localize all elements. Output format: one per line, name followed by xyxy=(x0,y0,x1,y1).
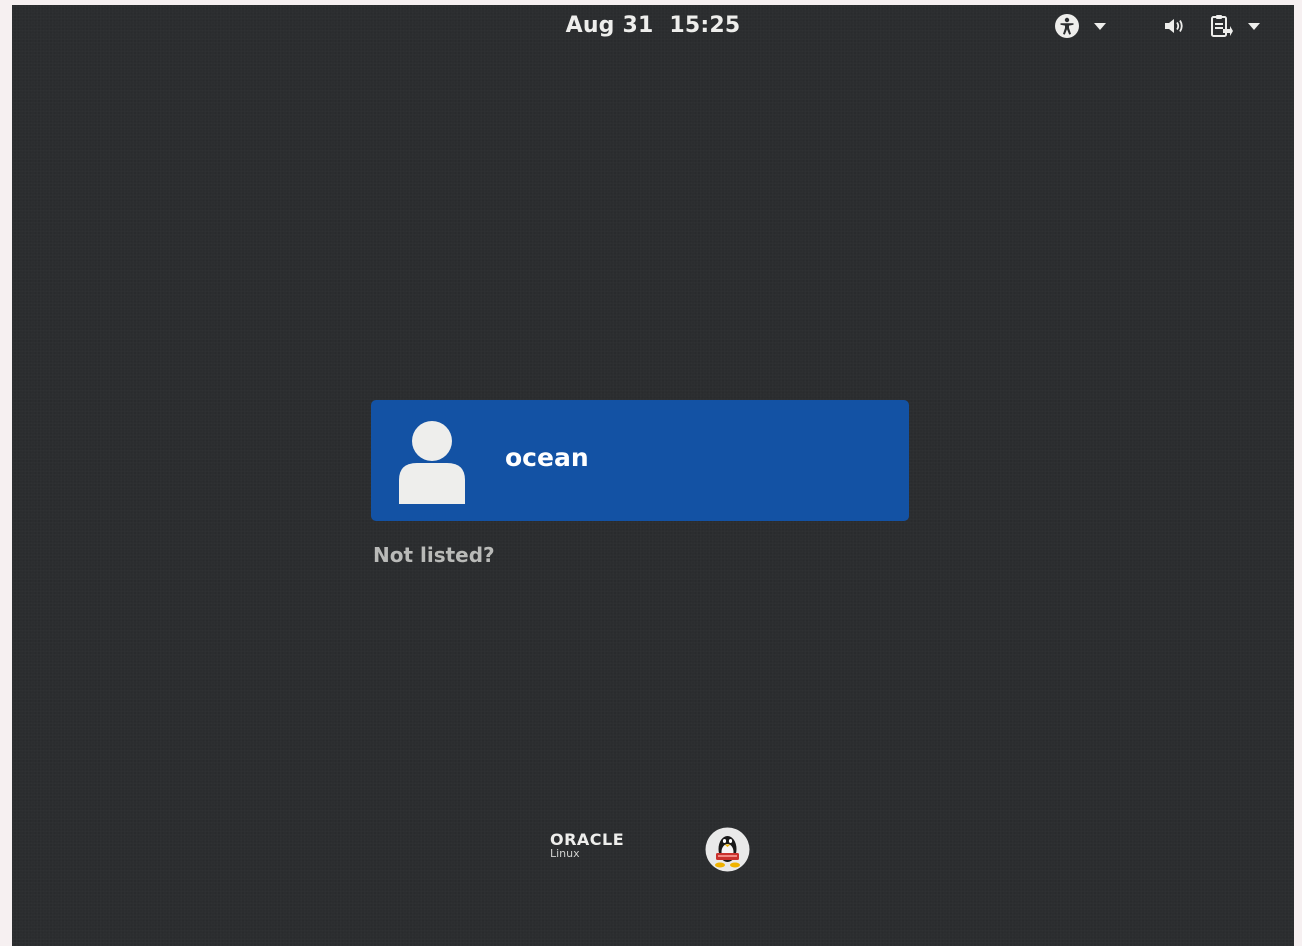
chevron-down-icon xyxy=(1094,22,1106,30)
user-avatar-icon xyxy=(399,421,465,504)
user-name-label: ocean xyxy=(505,443,589,472)
system-menu-icon xyxy=(1211,15,1233,37)
oracle-linux-logo: ORACLE Linux xyxy=(550,831,624,860)
system-menu-button[interactable] xyxy=(1162,13,1260,39)
volume-icon xyxy=(1165,19,1183,33)
chevron-down-icon xyxy=(1248,22,1260,30)
date-label: Aug 31 xyxy=(565,13,654,38)
not-listed-button[interactable]: Not listed? xyxy=(373,543,495,567)
accessibility-menu-button[interactable] xyxy=(1054,13,1106,39)
oracle-wordmark: ORACLE xyxy=(550,830,625,849)
tux-penguin-icon xyxy=(705,827,750,872)
login-screen: Aug 31 15:25 ocean Not listed? ORACLE Li… xyxy=(12,5,1294,946)
oracle-product-label: Linux xyxy=(550,847,580,860)
time-label: 15:25 xyxy=(669,13,741,38)
user-list-item-ocean[interactable]: ocean xyxy=(371,400,909,521)
accessibility-icon xyxy=(1055,14,1079,38)
